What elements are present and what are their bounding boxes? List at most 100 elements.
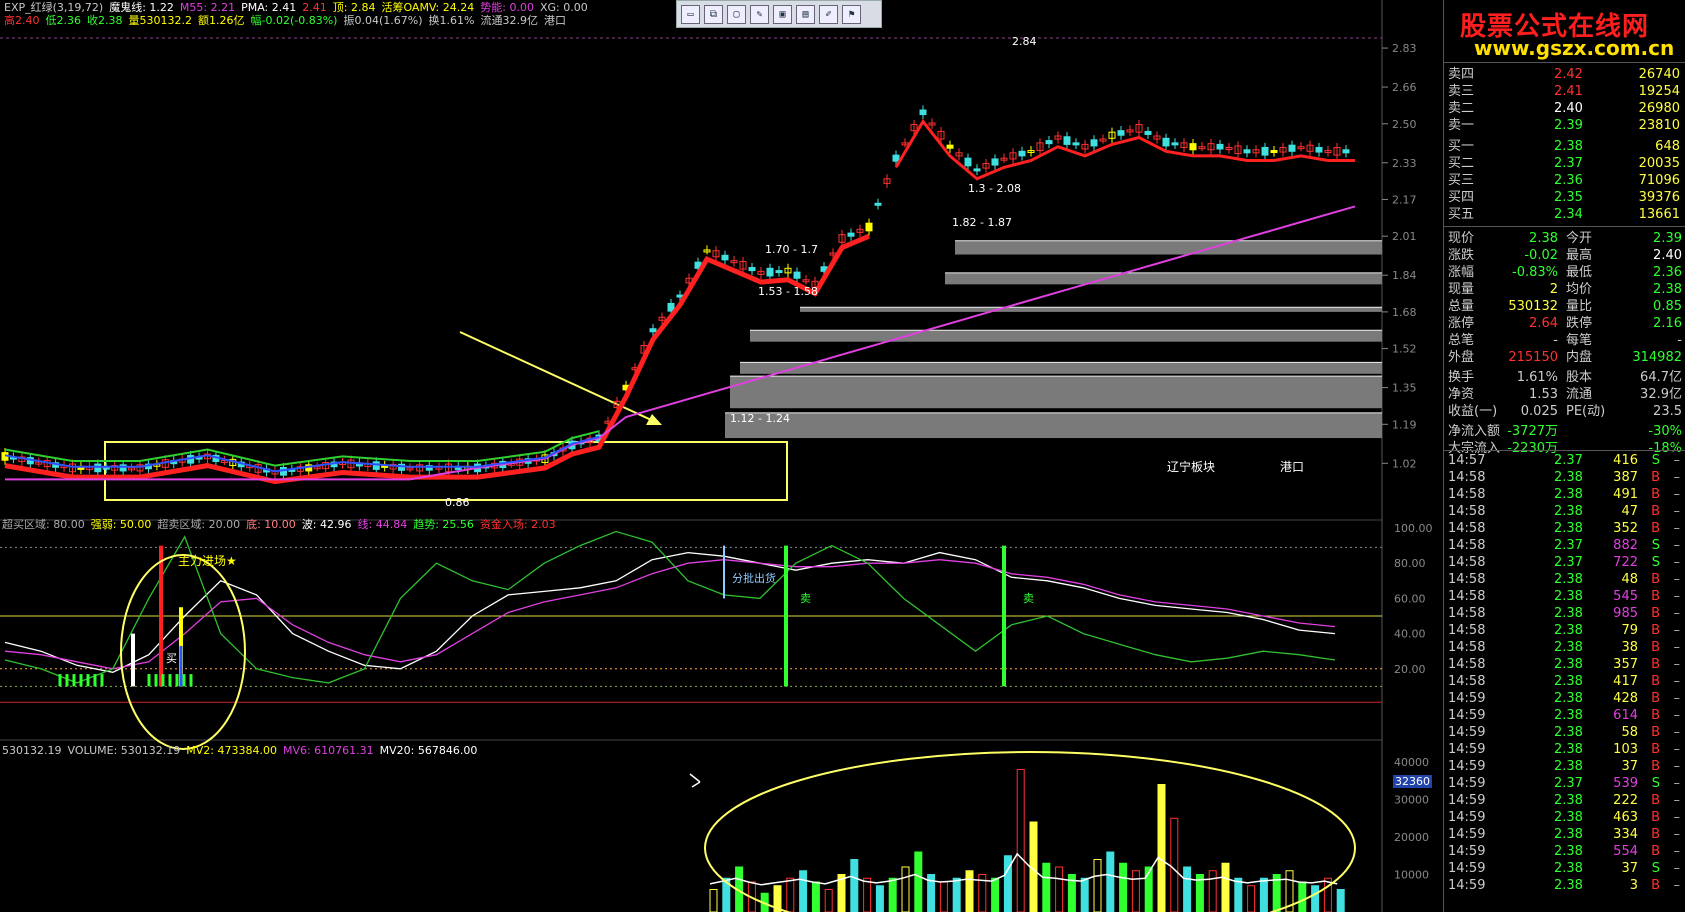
price-tick-label-8: 1.52 bbox=[1392, 343, 1417, 356]
tick-price: 2.38 bbox=[1554, 691, 1583, 706]
tick-side: S bbox=[1651, 555, 1660, 570]
osc-tick-label-3: 40.00 bbox=[1394, 628, 1426, 641]
candle-body-122 bbox=[1072, 142, 1080, 146]
candle-body-144 bbox=[1270, 150, 1278, 154]
ob-vol: 26980 bbox=[1638, 101, 1680, 116]
ob-price: 2.35 bbox=[1554, 190, 1583, 205]
tick-price: 2.38 bbox=[1554, 470, 1583, 485]
price-tick-label-9: 1.35 bbox=[1392, 382, 1417, 395]
logo-line2: www.gszx.com.cn bbox=[1474, 36, 1675, 60]
stat-value-2: 314982 bbox=[1632, 350, 1682, 365]
tick-price: 2.38 bbox=[1554, 606, 1583, 621]
order-book-row-4: 买一 2.38 648 bbox=[1444, 138, 1685, 155]
tick-dash: – bbox=[1673, 453, 1681, 468]
draw-icon[interactable]: ✐ bbox=[819, 4, 838, 24]
tick-dash: – bbox=[1673, 725, 1681, 740]
vol-bar-0 bbox=[709, 889, 718, 912]
tick-vol: 614 bbox=[1613, 708, 1638, 723]
stat-row-2: 涨幅 -0.83% 最低 2.36 bbox=[1444, 264, 1685, 281]
tick-time: 14:59 bbox=[1448, 827, 1486, 842]
stat-label: 收益(一) bbox=[1448, 404, 1498, 419]
price-tick-label-0: 2.83 bbox=[1392, 42, 1417, 55]
tick-row-9: 14:58 2.38 985 B – bbox=[1444, 605, 1685, 622]
stat-label-2: PE(动) bbox=[1566, 404, 1606, 419]
tick-dash: – bbox=[1673, 691, 1681, 706]
osc-value-0: 超买区域: 80.00 bbox=[2, 518, 85, 531]
frame2-icon[interactable]: ▣ bbox=[773, 4, 792, 24]
tick-side: B bbox=[1651, 691, 1660, 706]
ob-vol: 20035 bbox=[1638, 156, 1680, 171]
order-book-row-1: 卖三 2.41 19254 bbox=[1444, 83, 1685, 100]
tick-vol: 722 bbox=[1613, 555, 1638, 570]
quote-value-0: 高2.40 bbox=[4, 14, 40, 27]
batch-sell-label: 分批出货 bbox=[732, 572, 776, 585]
indicator-value-2: M55: 2.21 bbox=[179, 1, 236, 14]
stat-row-9: 净资 1.53 流通 32.9亿 bbox=[1444, 386, 1685, 403]
tick-time: 14:59 bbox=[1448, 810, 1486, 825]
candle-body-116 bbox=[1018, 150, 1026, 157]
tick-price: 2.37 bbox=[1554, 555, 1583, 570]
candle-body-113 bbox=[991, 158, 999, 166]
tick-price: 2.38 bbox=[1554, 725, 1583, 740]
panel-divider-1 bbox=[1444, 226, 1685, 227]
tick-dash: – bbox=[1673, 572, 1681, 587]
tick-side: B bbox=[1651, 606, 1660, 621]
stat-row-5: 涨停 2.64 跌停 2.16 bbox=[1444, 315, 1685, 332]
stat-label: 总笔 bbox=[1448, 333, 1475, 348]
stat-label-2: 股本 bbox=[1566, 370, 1593, 385]
pin-icon[interactable]: ✎ bbox=[750, 4, 769, 24]
tick-price: 2.38 bbox=[1554, 623, 1583, 638]
stat-label-2: 内盘 bbox=[1566, 350, 1593, 365]
tick-row-15: 14:59 2.38 614 B – bbox=[1444, 707, 1685, 724]
tick-vol: 545 bbox=[1613, 589, 1638, 604]
tick-time: 14:58 bbox=[1448, 623, 1486, 638]
frame-icon[interactable]: ▢ bbox=[727, 4, 746, 24]
vol-bar-40 bbox=[1221, 862, 1230, 912]
volume-header: 530132.19 VOLUME: 530132.19 MV2: 473384.00… bbox=[2, 744, 483, 758]
candle-body-149 bbox=[1315, 146, 1323, 153]
save-icon[interactable]: ▤ bbox=[796, 4, 815, 24]
candle-body-135 bbox=[1189, 143, 1197, 151]
quote-value-5: 幅-0.02(-0.83%) bbox=[250, 14, 338, 27]
vol-bar-26 bbox=[1042, 862, 1051, 912]
tick-dash: – bbox=[1673, 861, 1681, 876]
tick-price: 2.38 bbox=[1554, 487, 1583, 502]
tick-dash: – bbox=[1673, 589, 1681, 604]
zone-label-1: 1.70 - 1.7 bbox=[765, 243, 818, 256]
green-line bbox=[4, 430, 600, 467]
restore-icon[interactable]: ⧉ bbox=[704, 4, 723, 24]
stat-value: - bbox=[1553, 333, 1558, 348]
vol-bar-37 bbox=[1183, 866, 1192, 912]
industry-label[interactable]: 港口 bbox=[1280, 458, 1304, 475]
tick-row-7: 14:58 2.38 48 B – bbox=[1444, 571, 1685, 588]
tick-vol: 334 bbox=[1613, 827, 1638, 842]
stat-value-2: 0.85 bbox=[1653, 299, 1682, 314]
order-book-row-6: 买三 2.36 71096 bbox=[1444, 172, 1685, 189]
stat-label: 外盘 bbox=[1448, 350, 1475, 365]
tick-row-21: 14:59 2.38 463 B – bbox=[1444, 809, 1685, 826]
vol-bar-29 bbox=[1080, 877, 1089, 912]
tick-row-11: 14:58 2.38 38 B – bbox=[1444, 639, 1685, 656]
window-icon[interactable]: ▭ bbox=[681, 4, 700, 24]
sector-label[interactable]: 辽宁板块 bbox=[1167, 458, 1215, 475]
stat-row-4: 总量 530132 量比 0.85 bbox=[1444, 298, 1685, 315]
chart-area: 2.83 2.66 2.50 2.33 2.17 2.01 1.84 1.68 1.52 1.35… bbox=[0, 0, 1433, 912]
tick-vol: 416 bbox=[1613, 453, 1638, 468]
alarm-icon[interactable]: ⚑ bbox=[842, 4, 861, 24]
stat-value: 530132 bbox=[1508, 299, 1558, 314]
tick-row-16: 14:59 2.38 58 B – bbox=[1444, 724, 1685, 741]
vol-bar-24 bbox=[1016, 769, 1025, 912]
vol-value-3: MV6: 610761.31 bbox=[282, 744, 374, 757]
quote-value-1: 低2.36 bbox=[45, 14, 82, 27]
tick-time: 14:58 bbox=[1448, 674, 1486, 689]
vol-bar-47 bbox=[1311, 885, 1320, 912]
indicator-value-5: 顶: 2.84 bbox=[332, 1, 376, 14]
candle-body-97 bbox=[847, 232, 855, 237]
stat-label-2: 今开 bbox=[1566, 231, 1593, 246]
tick-dash: – bbox=[1673, 742, 1681, 757]
ob-price: 2.37 bbox=[1554, 156, 1583, 171]
tick-row-25: 14:59 2.38 3 B – bbox=[1444, 877, 1685, 894]
tick-row-20: 14:59 2.38 222 B – bbox=[1444, 792, 1685, 809]
quote-header-row2: 高2.40 低2.36 收2.38 量530132.2 额1.26亿 幅-0.02(-0.… bbox=[4, 14, 572, 28]
tick-side: B bbox=[1651, 725, 1660, 740]
